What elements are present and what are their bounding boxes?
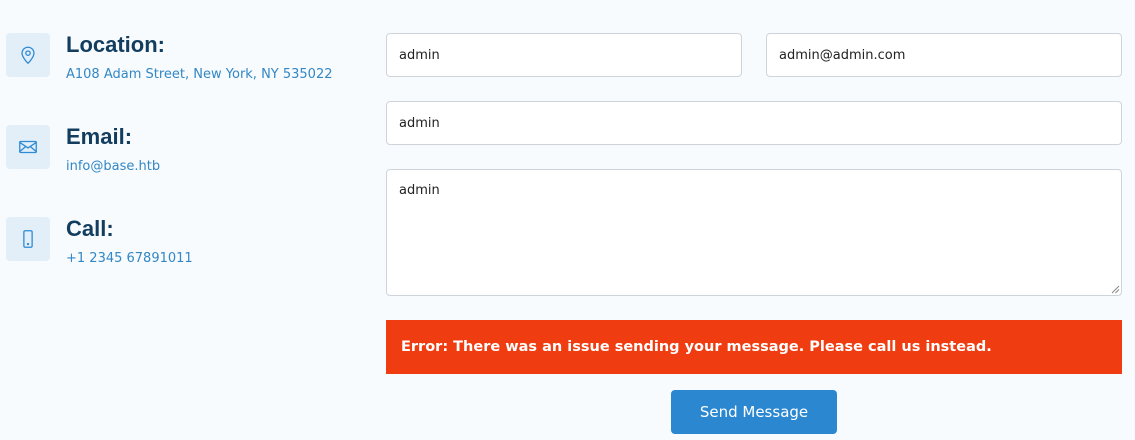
subject-input[interactable] bbox=[386, 101, 1122, 145]
call-title: Call: bbox=[66, 216, 114, 241]
error-message: Error: There was an issue sending your m… bbox=[401, 339, 992, 355]
name-input[interactable] bbox=[386, 33, 742, 77]
envelope-icon bbox=[6, 125, 50, 169]
map-pin-icon bbox=[6, 33, 50, 77]
error-alert: Error: There was an issue sending your m… bbox=[386, 320, 1122, 374]
message-textarea[interactable]: admin bbox=[386, 169, 1122, 296]
contact-section: Location: A108 Adam Street, New York, NY… bbox=[0, 0, 1135, 440]
resize-grip-icon[interactable] bbox=[1110, 284, 1120, 294]
location-text: A108 Adam Street, New York, NY 535022 bbox=[66, 67, 333, 82]
email-input[interactable] bbox=[766, 33, 1122, 77]
email-text[interactable]: info@base.htb bbox=[66, 159, 160, 174]
phone-icon bbox=[6, 217, 50, 261]
location-title: Location: bbox=[66, 32, 165, 57]
send-message-button[interactable]: Send Message bbox=[671, 390, 837, 434]
email-title: Email: bbox=[66, 124, 133, 149]
call-text[interactable]: +1 2345 67891011 bbox=[66, 251, 193, 266]
